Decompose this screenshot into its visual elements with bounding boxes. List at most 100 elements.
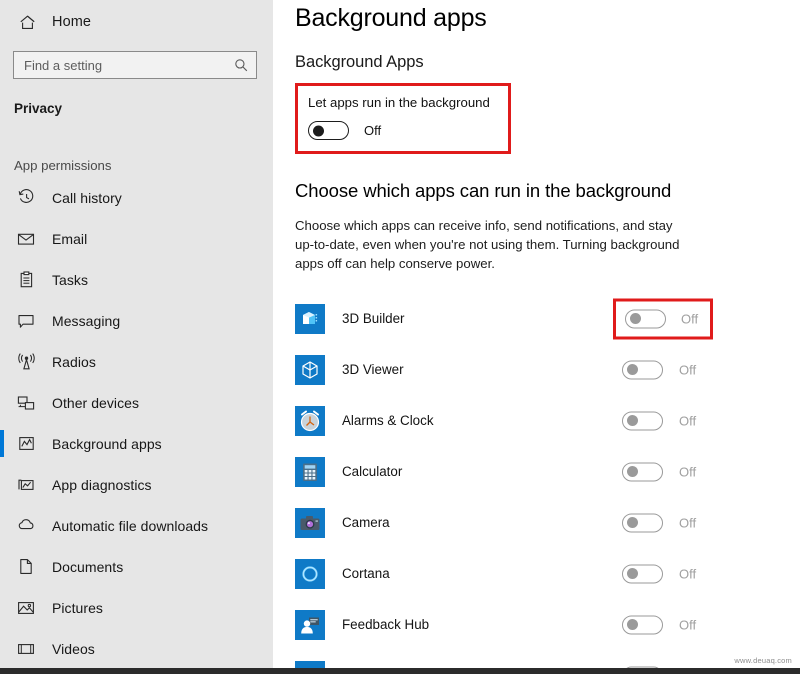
- call-history-icon: [16, 188, 36, 208]
- app-background-toggle[interactable]: [622, 615, 663, 634]
- toggle-knob: [627, 466, 638, 477]
- app-diagnostics-icon: [16, 475, 36, 495]
- app-row: Camera Off: [295, 497, 800, 548]
- app-toggle-wrap: Off: [622, 462, 696, 481]
- sidebar-item-label: Automatic file downloads: [52, 517, 209, 534]
- page-title: Background apps: [295, 4, 487, 32]
- main-content: Background apps Background Apps Let apps…: [273, 0, 800, 674]
- sidebar-item-call-history[interactable]: Call history: [0, 177, 273, 218]
- background-apps-list: 3D Builder Off 3D Viewer Off Alarms & Clock O…: [295, 293, 800, 674]
- app-background-toggle[interactable]: [622, 411, 663, 430]
- app-toggle-state: Off: [681, 311, 699, 326]
- sidebar-item-home[interactable]: Home: [0, 5, 273, 39]
- app-row: Feedback Hub Off: [295, 599, 800, 650]
- master-toggle-highlight-box: Let apps run in the background Off: [295, 83, 511, 154]
- content-bottom-bar: [273, 668, 800, 674]
- sidebar-item-tasks[interactable]: Tasks: [0, 259, 273, 300]
- cortana-icon: [295, 558, 325, 589]
- app-row: 3D Viewer Off: [295, 344, 800, 395]
- other-devices-icon: [16, 393, 36, 413]
- email-icon: [16, 229, 36, 249]
- sidebar-item-label: Documents: [52, 558, 124, 575]
- app-toggle-state: Off: [679, 617, 697, 632]
- sidebar-item-app-diagnostics[interactable]: App diagnostics: [0, 464, 273, 505]
- app-toggle-state: Off: [679, 515, 697, 530]
- sidebar-item-label: Messaging: [52, 312, 121, 329]
- app-toggle-wrap: Off: [622, 564, 696, 583]
- sidebar-item-videos[interactable]: Videos: [0, 628, 273, 669]
- 3d-viewer-icon: [295, 354, 325, 385]
- sidebar-item-background-apps[interactable]: Background apps: [0, 423, 273, 464]
- sidebar-item-automatic-file-downloads[interactable]: Automatic file downloads: [0, 505, 273, 546]
- app-toggle-wrap: Off: [622, 615, 696, 634]
- app-row: Alarms & Clock Off: [295, 395, 800, 446]
- documents-icon: [16, 557, 36, 577]
- master-toggle-row: Off: [308, 121, 490, 140]
- search-box[interactable]: [13, 51, 257, 79]
- app-name: Cortana: [342, 566, 390, 581]
- search-icon[interactable]: [233, 58, 249, 72]
- settings-window: Home Privacy App permissions Call histor…: [0, 0, 800, 674]
- sidebar-group-title: App permissions: [14, 158, 112, 173]
- toggle-knob: [627, 415, 638, 426]
- app-background-toggle[interactable]: [622, 360, 663, 379]
- toggle-knob: [313, 125, 324, 136]
- toggle-knob: [630, 313, 641, 324]
- pictures-icon: [16, 598, 36, 618]
- videos-icon: [16, 639, 36, 659]
- tasks-icon: [16, 270, 36, 290]
- sidebar-item-label: Other devices: [52, 394, 140, 411]
- app-toggle-wrap: Off: [622, 513, 696, 532]
- sidebar-item-pictures[interactable]: Pictures: [0, 587, 273, 628]
- app-background-toggle[interactable]: [622, 564, 663, 583]
- sidebar-item-other-devices[interactable]: Other devices: [0, 382, 273, 423]
- sidebar-item-email[interactable]: Email: [0, 218, 273, 259]
- app-toggle-wrap: Off: [622, 411, 696, 430]
- sidebar-bottom-bar: [0, 668, 273, 674]
- cloud-download-icon: [16, 516, 36, 536]
- master-toggle-label: Let apps run in the background: [308, 95, 490, 110]
- app-name: 3D Viewer: [342, 362, 404, 377]
- app-name: Feedback Hub: [342, 617, 430, 632]
- sidebar-item-label: App diagnostics: [52, 476, 152, 493]
- app-name: Calculator: [342, 464, 403, 479]
- toggle-knob: [627, 619, 638, 630]
- let-apps-run-in-background-toggle[interactable]: [308, 121, 349, 140]
- app-name: 3D Builder: [342, 311, 405, 326]
- sidebar-item-label: Background apps: [52, 435, 162, 452]
- calculator-icon: [295, 456, 325, 487]
- app-background-toggle[interactable]: [622, 462, 663, 481]
- app-toggle-state: Off: [679, 413, 697, 428]
- sidebar-section-title: Privacy: [14, 101, 63, 116]
- section-heading: Background Apps: [295, 53, 424, 71]
- 3d-builder-icon: [295, 303, 325, 334]
- sidebar-home-label: Home: [52, 14, 92, 30]
- sidebar-item-radios[interactable]: Radios: [0, 341, 273, 382]
- app-name: Alarms & Clock: [342, 413, 434, 428]
- camera-icon: [295, 507, 325, 538]
- toggle-knob: [627, 364, 638, 375]
- sidebar-item-label: Call history: [52, 189, 122, 206]
- home-icon: [16, 11, 38, 33]
- app-row: 3D Builder Off: [295, 293, 800, 344]
- app-toggle-state: Off: [679, 464, 697, 479]
- app-row: Cortana Off: [295, 548, 800, 599]
- search-input[interactable]: [24, 52, 233, 78]
- master-toggle-state: Off: [364, 123, 382, 138]
- app-toggle-wrap: Off: [622, 360, 696, 379]
- sidebar-item-label: Radios: [52, 353, 96, 370]
- app-background-toggle[interactable]: [622, 513, 663, 532]
- app-name: Camera: [342, 515, 390, 530]
- app-row: Calculator Off: [295, 446, 800, 497]
- sidebar-item-label: Videos: [52, 640, 95, 657]
- toggle-knob: [627, 517, 638, 528]
- sidebar-item-messaging[interactable]: Messaging: [0, 300, 273, 341]
- alarms-clock-icon: [295, 405, 325, 436]
- app-toggle-state: Off: [679, 362, 697, 377]
- radios-icon: [16, 352, 36, 372]
- messaging-icon: [16, 311, 36, 331]
- app-background-toggle[interactable]: [625, 309, 666, 328]
- watermark: www.deuaq.com: [734, 656, 792, 665]
- sidebar-item-documents[interactable]: Documents: [0, 546, 273, 587]
- app-toggle-highlight-box: Off: [613, 298, 714, 339]
